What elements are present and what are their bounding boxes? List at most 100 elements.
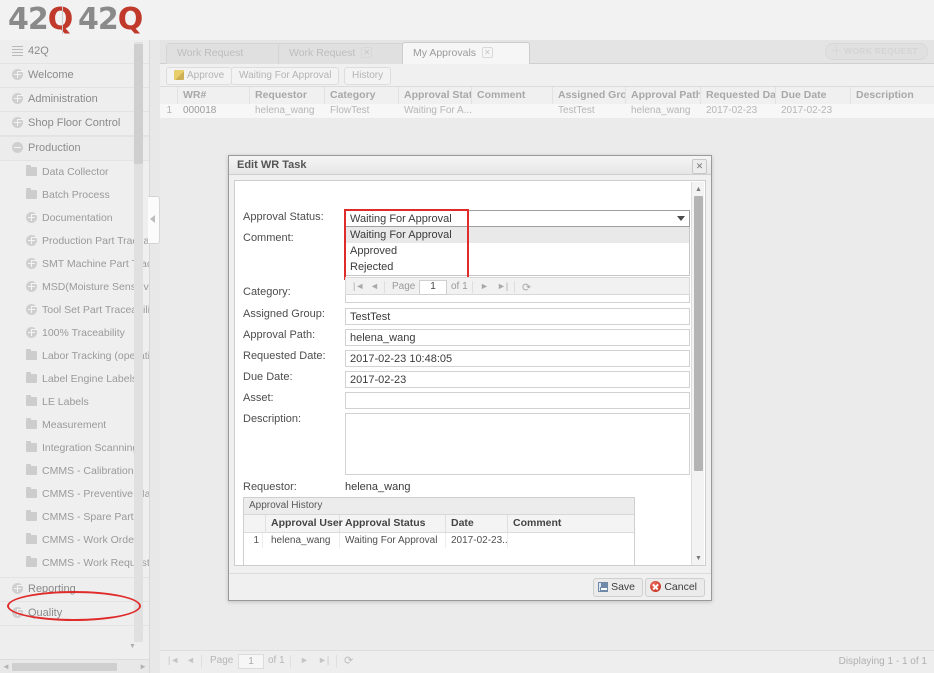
approval-status-options[interactable]: Waiting For Approval Approved Rejected: [345, 227, 690, 276]
sidebar-scrollbar-thumb[interactable]: [134, 44, 143, 164]
sidebar-item-label-engine-labels[interactable]: Label Engine Labels: [0, 368, 149, 391]
sidebar-item-administration[interactable]: Administration: [0, 88, 149, 112]
next-page-icon[interactable]: ►: [300, 655, 309, 665]
sidebar-item-smt-machine-part-traceability[interactable]: SMT Machine Part Trace: [0, 253, 149, 276]
asset-input[interactable]: [345, 392, 690, 409]
option-approved[interactable]: Approved: [346, 243, 689, 259]
sidebar-item-cmms-work-request[interactable]: CMMS - Work Request: [0, 552, 149, 575]
close-icon[interactable]: ✕: [361, 47, 373, 58]
cancel-button-label: Cancel: [664, 581, 697, 593]
tab-work-request-1[interactable]: Work Request: [166, 43, 294, 64]
scroll-left-icon[interactable]: ◄: [2, 662, 10, 671]
page-input[interactable]: 1: [419, 280, 447, 295]
sidebar-item-root[interactable]: 42Q: [0, 40, 149, 64]
sidebar-item-shop-floor-control[interactable]: Shop Floor Control: [0, 112, 149, 136]
last-page-icon[interactable]: ►|: [497, 281, 508, 291]
ah-cell-approval-user: helena_wang: [266, 533, 340, 548]
page-input[interactable]: 1: [238, 654, 264, 669]
plus-circle-icon: [26, 257, 37, 269]
scroll-up-icon[interactable]: ▲: [128, 40, 137, 43]
sidebar-item-integration-scanning[interactable]: Integration Scanning: [0, 437, 149, 460]
sidebar-item-quality[interactable]: Quality: [0, 602, 149, 626]
grid-header-approval-path[interactable]: Approval Path: [626, 87, 701, 104]
sidebar-collapse-handle[interactable]: [148, 196, 160, 244]
field-label: Approval Status:: [243, 211, 324, 223]
scroll-down-icon[interactable]: ▼: [128, 642, 137, 651]
sidebar-item-data-collector[interactable]: Data Collector: [0, 161, 149, 184]
option-rejected[interactable]: Rejected: [346, 259, 689, 275]
sidebar-item-cmms-preventive-maintenance[interactable]: CMMS - Preventive Maint: [0, 483, 149, 506]
due-date-input[interactable]: 2017-02-23: [345, 371, 690, 388]
sidebar[interactable]: 42Q Welcome Administration Shop Floor Co…: [0, 40, 150, 673]
approval-status-combo-field[interactable]: Waiting For Approval: [345, 210, 690, 227]
refresh-icon[interactable]: ⟳: [344, 654, 353, 667]
sidebar-item-documentation[interactable]: Documentation: [0, 207, 149, 230]
ah-header-comment[interactable]: Comment: [508, 515, 634, 532]
description-textarea[interactable]: [345, 413, 690, 475]
prev-page-icon[interactable]: ◄: [186, 655, 195, 665]
sidebar-hscrollbar-thumb[interactable]: [12, 663, 117, 671]
option-waiting-for-approval[interactable]: Waiting For Approval: [346, 227, 689, 243]
cell-requestor: helena_wang: [255, 105, 315, 116]
table-row[interactable]: 1 000018 helena_wang FlowTest Waiting Fo…: [160, 104, 934, 118]
sidebar-item-measurement[interactable]: Measurement: [0, 414, 149, 437]
scroll-right-icon[interactable]: ►: [139, 662, 147, 671]
assigned-group-input[interactable]: TestTest: [345, 308, 690, 325]
grid-header-due-date[interactable]: Due Date: [776, 87, 851, 104]
scroll-down-icon[interactable]: ▼: [694, 554, 703, 563]
sidebar-item-le-labels[interactable]: LE Labels: [0, 391, 149, 414]
approval-status-combo[interactable]: Waiting For Approval Waiting For Approva…: [345, 210, 690, 276]
first-page-icon[interactable]: |◄: [353, 281, 364, 291]
work-request-button-label: WORK REQUEST: [844, 46, 918, 56]
grid-header-wr[interactable]: WR#: [178, 87, 250, 104]
sidebar-item-reporting[interactable]: Reporting: [0, 577, 149, 602]
table-row[interactable]: 1 helena_wang Waiting For Approval 2017-…: [244, 533, 634, 548]
grid-header-comment[interactable]: Comment: [472, 87, 553, 104]
grid-header-assigned-group[interactable]: Assigned Group: [553, 87, 626, 104]
sidebar-item-cmms-spare-parts[interactable]: CMMS - Spare Parts: [0, 506, 149, 529]
sidebar-item-100-traceability[interactable]: 100% Traceability: [0, 322, 149, 345]
grid-header-category[interactable]: Category: [325, 87, 399, 104]
sidebar-item-production-part-traceability[interactable]: Production Part Traceab: [0, 230, 149, 253]
scroll-up-icon[interactable]: ▲: [694, 185, 703, 194]
save-button[interactable]: Save: [593, 578, 643, 597]
grid-header-description[interactable]: Description: [851, 87, 934, 104]
cell-assigned-group: TestTest: [558, 105, 595, 116]
approve-button[interactable]: Approve: [166, 67, 233, 85]
chevron-down-icon[interactable]: [677, 216, 685, 221]
dialog-scrollbar[interactable]: ▲ ▼: [691, 182, 704, 565]
plus-circle-icon: [12, 606, 23, 618]
tab-my-approvals[interactable]: My Approvals ✕: [402, 42, 530, 65]
cancel-button[interactable]: Cancel: [645, 578, 705, 597]
ah-header-date[interactable]: Date: [446, 515, 508, 532]
ah-header-approval-status[interactable]: Approval Status: [340, 515, 446, 532]
close-icon[interactable]: ✕: [482, 47, 493, 58]
dialog-scrollbar-thumb[interactable]: [694, 196, 703, 471]
requested-date-input[interactable]: 2017-02-23 10:48:05: [345, 350, 690, 367]
sidebar-item-label: CMMS - Spare Parts: [42, 511, 139, 523]
grid-header-requested-date[interactable]: Requested Dat: [701, 87, 776, 104]
tab-work-request-2[interactable]: Work Request ✕: [278, 43, 418, 64]
sidebar-item-batch-process[interactable]: Batch Process: [0, 184, 149, 207]
first-page-icon[interactable]: |◄: [168, 655, 179, 665]
sidebar-item-welcome[interactable]: Welcome: [0, 64, 149, 88]
last-page-icon[interactable]: ►|: [318, 655, 329, 665]
approval-path-input[interactable]: helena_wang: [345, 329, 690, 346]
next-page-icon[interactable]: ►: [480, 281, 489, 291]
prev-page-icon[interactable]: ◄: [370, 281, 379, 291]
sidebar-item-labor-tracking[interactable]: Labor Tracking (operatio: [0, 345, 149, 368]
sidebar-item-production[interactable]: Production: [0, 136, 149, 161]
refresh-icon[interactable]: ⟳: [522, 281, 531, 294]
sidebar-item-tool-set-part-traceability[interactable]: Tool Set Part Traceabilit: [0, 299, 149, 322]
ah-header-approval-user[interactable]: Approval User: [266, 515, 343, 532]
sidebar-item-cmms-work-order[interactable]: CMMS - Work Order: [0, 529, 149, 552]
sidebar-item-msd[interactable]: MSD(Moisture Sensitive D: [0, 276, 149, 299]
grid-header-requestor[interactable]: Requestor: [250, 87, 325, 104]
waiting-for-approval-button[interactable]: Waiting For Approval: [231, 67, 340, 85]
history-button[interactable]: History: [344, 67, 392, 85]
close-icon[interactable]: ✕: [692, 159, 707, 174]
sidebar-hscrollbar[interactable]: ◄ ►: [0, 659, 149, 673]
sidebar-item-cmms-calibration[interactable]: CMMS - Calibration: [0, 460, 149, 483]
work-request-button[interactable]: WORK REQUEST: [825, 43, 928, 60]
grid-header-approval-status[interactable]: Approval Statu: [399, 87, 472, 104]
